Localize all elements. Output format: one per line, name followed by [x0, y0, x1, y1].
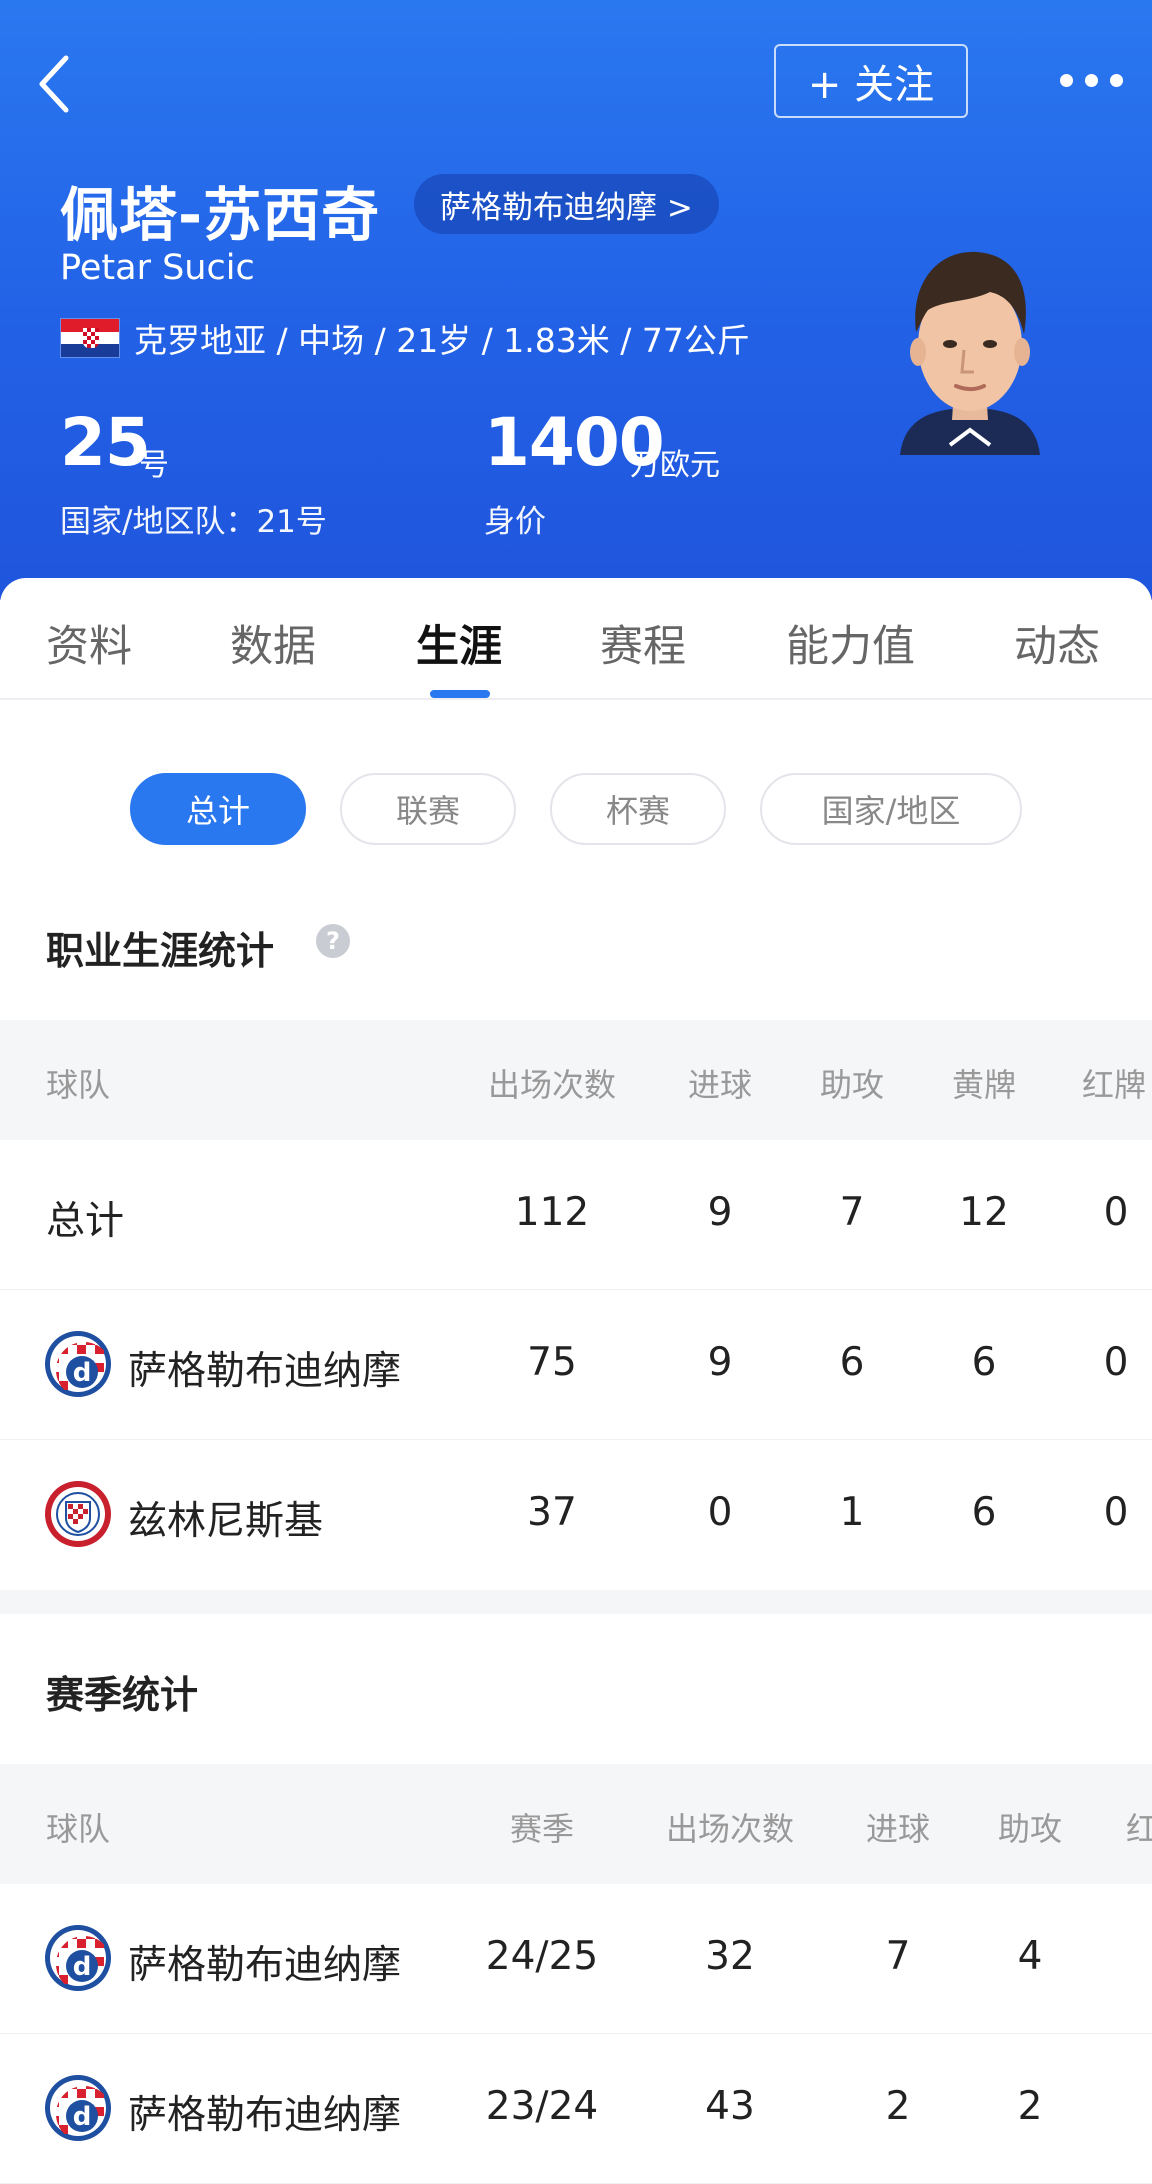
- market-value-label: 身价: [484, 504, 546, 540]
- filter-league[interactable]: 联赛: [340, 773, 516, 845]
- career-goals: 9: [707, 1340, 733, 1385]
- career-team-name: 总计: [46, 1199, 125, 1244]
- career-red: 0: [1103, 1190, 1129, 1235]
- tab-data[interactable]: 数据: [230, 612, 316, 674]
- career-red: 0: [1103, 1490, 1129, 1535]
- career-col-goals: 进球: [687, 1066, 753, 1104]
- tab-bar: 资料 数据 生涯 赛程 能力值 动态: [0, 578, 1152, 700]
- season-col-assists: 助攻: [997, 1810, 1063, 1848]
- club-link[interactable]: 萨格勒布迪纳摩 >: [414, 174, 719, 234]
- career-yellow: 12: [959, 1190, 1009, 1235]
- career-yellow: 6: [971, 1340, 997, 1385]
- player-name-en: Petar Sucic: [60, 248, 255, 288]
- career-team-name: 兹林尼斯基: [128, 1499, 324, 1544]
- season-col-team: 球队: [46, 1810, 111, 1848]
- dinamo-zagreb-logo-icon: d: [45, 1331, 111, 1397]
- season-assists: 4: [1017, 1934, 1043, 1979]
- filter-cup[interactable]: 杯赛: [550, 773, 726, 845]
- career-row-total[interactable]: 总计 112 9 7 12 0: [0, 1140, 1152, 1290]
- chevron-left-icon: [39, 55, 69, 113]
- filter-national[interactable]: 国家/地区: [760, 773, 1022, 845]
- market-value-unit: 万欧元: [630, 448, 720, 483]
- season-value: 23/24: [485, 2084, 599, 2129]
- national-team-number: 国家/地区队：21号: [60, 504, 327, 540]
- tab-profile[interactable]: 资料: [46, 612, 132, 674]
- filter-chips: 总计 联赛 杯赛 国家/地区: [0, 773, 1152, 847]
- career-apps: 112: [514, 1190, 590, 1235]
- career-red: 0: [1103, 1340, 1129, 1385]
- more-options-button[interactable]: [1036, 58, 1146, 102]
- career-goals: 0: [707, 1490, 733, 1535]
- career-assists: 6: [839, 1340, 865, 1385]
- more-dot-icon: [1109, 73, 1123, 87]
- dinamo-zagreb-logo-icon: d: [45, 1925, 111, 1991]
- player-info-row: 克罗地亚 / 中场 / 21岁 / 1.83米 / 77公斤: [60, 314, 750, 362]
- career-col-apps: 出场次数: [487, 1066, 617, 1104]
- season-col-red: 红: [1126, 1810, 1152, 1848]
- career-col-yellow: 黄牌: [951, 1066, 1017, 1104]
- career-team-name: 萨格勒布迪纳摩: [128, 1349, 402, 1394]
- season-row[interactable]: d 萨格勒布迪纳摩 24/25 32 7 4: [0, 1884, 1152, 2034]
- back-button[interactable]: [30, 50, 90, 120]
- season-goals: 2: [885, 2084, 911, 2129]
- help-icon[interactable]: ?: [316, 924, 350, 958]
- player-header: + 关注 佩塔-苏西奇 萨格勒布迪纳摩 > Petar Sucic 克罗地亚 /…: [0, 0, 1152, 600]
- season-row[interactable]: d 萨格勒布迪纳摩 23/24 43 2 2: [0, 2034, 1152, 2184]
- tab-ability[interactable]: 能力值: [786, 612, 915, 674]
- season-col-apps: 出场次数: [665, 1810, 795, 1848]
- filter-total[interactable]: 总计: [130, 773, 306, 845]
- player-name-cn: 佩塔-苏西奇: [60, 181, 381, 249]
- content-card: 资料 数据 生涯 赛程 能力值 动态 总计 联赛 杯赛 国家/地区 职业生涯统计…: [0, 578, 1152, 2184]
- tab-news[interactable]: 动态: [1014, 612, 1100, 674]
- dinamo-zagreb-logo-icon: d: [45, 2075, 111, 2141]
- player-avatar: [900, 251, 1040, 455]
- season-value: 24/25: [485, 1934, 599, 1979]
- career-assists: 7: [839, 1190, 865, 1235]
- svg-text:d: d: [73, 1358, 92, 1388]
- career-table-header: 球队 出场次数 进球 助攻 黄牌 红牌: [0, 1020, 1152, 1140]
- season-team-name: 萨格勒布迪纳摩: [128, 1943, 402, 1988]
- croatia-flag-icon: [60, 318, 120, 358]
- career-apps: 75: [527, 1340, 577, 1385]
- active-tab-indicator: [430, 690, 490, 698]
- tab-career[interactable]: 生涯: [416, 612, 502, 674]
- season-assists: 2: [1017, 2084, 1043, 2129]
- career-row-zrinjski[interactable]: 兹林尼斯基 37 0 1 6 0: [0, 1440, 1152, 1590]
- career-col-team: 球队: [46, 1066, 111, 1104]
- season-goals: 7: [885, 1934, 911, 1979]
- career-row-dinamo[interactable]: d 萨格勒布迪纳摩 75 9 6 6 0: [0, 1290, 1152, 1440]
- season-apps: 43: [705, 2084, 755, 2129]
- follow-label: + 关注: [807, 62, 935, 108]
- player-info: 克罗地亚 / 中场 / 21岁 / 1.83米 / 77公斤: [134, 321, 750, 360]
- more-dot-icon: [1084, 73, 1098, 87]
- section-divider: [0, 1590, 1152, 1614]
- svg-text:d: d: [73, 1952, 92, 1982]
- career-assists: 1: [839, 1490, 865, 1535]
- career-apps: 37: [527, 1490, 577, 1535]
- season-col-goals: 进球: [865, 1810, 931, 1848]
- shirt-number: 25: [60, 404, 151, 481]
- career-col-assists: 助攻: [819, 1066, 885, 1104]
- shirt-number-unit: 号: [139, 448, 169, 483]
- career-col-red: 红牌: [1082, 1066, 1147, 1104]
- career-stats-title: 职业生涯统计: [46, 929, 275, 973]
- season-apps: 32: [705, 1934, 755, 1979]
- tab-schedule[interactable]: 赛程: [600, 612, 686, 674]
- career-yellow: 6: [971, 1490, 997, 1535]
- season-table-header: 球队 赛季 出场次数 进球 助攻 红: [0, 1764, 1152, 1884]
- zrinjski-logo-icon: [45, 1481, 111, 1547]
- more-dot-icon: [1059, 73, 1073, 87]
- season-col-season: 赛季: [509, 1810, 575, 1848]
- follow-button[interactable]: + 关注: [774, 44, 968, 118]
- svg-text:d: d: [73, 2102, 92, 2132]
- career-goals: 9: [707, 1190, 733, 1235]
- season-stats-title: 赛季统计: [46, 1673, 199, 1717]
- season-team-name: 萨格勒布迪纳摩: [128, 2093, 402, 2138]
